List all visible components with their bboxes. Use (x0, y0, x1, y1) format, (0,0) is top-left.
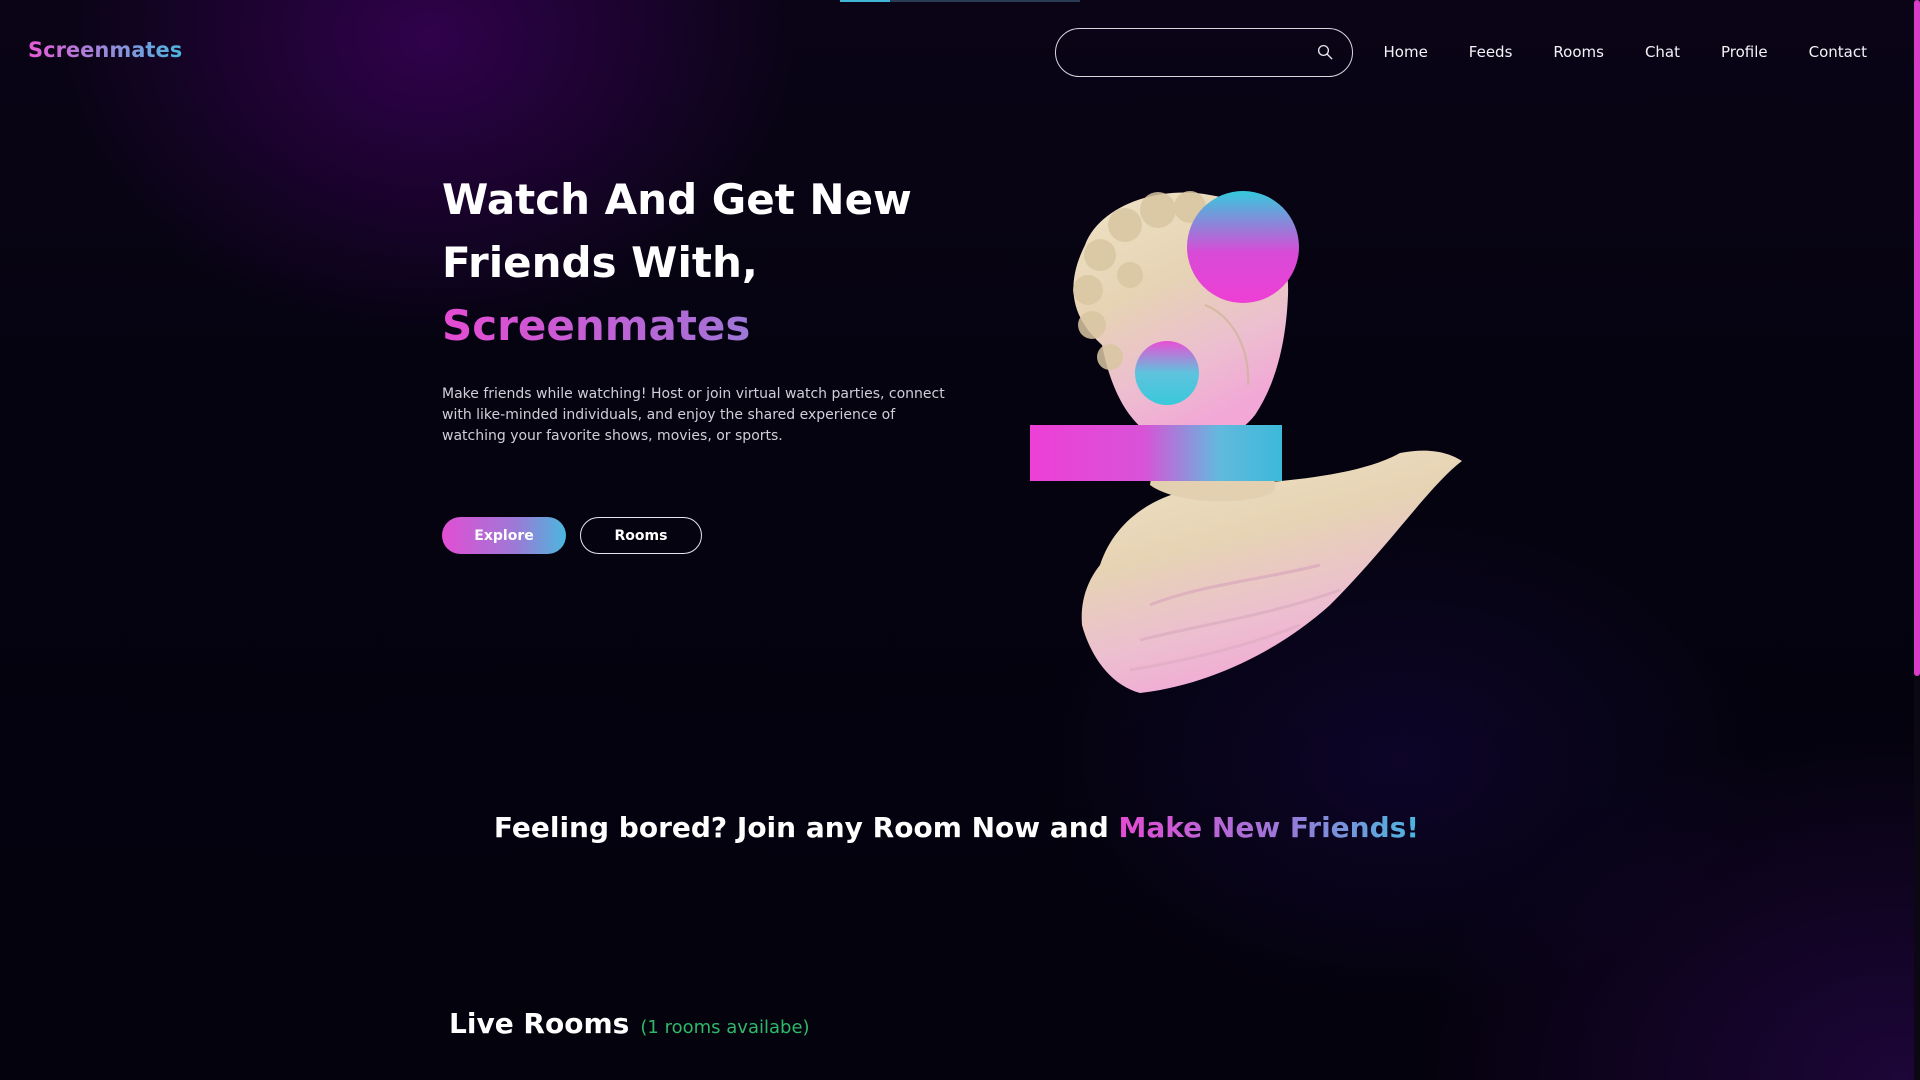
tagline: Feeling bored? Join any Room Now and Mak… (0, 811, 1913, 844)
hero-title-line-1: Watch And Get New (442, 175, 912, 224)
hero-description: Make friends while watching! Host or joi… (442, 386, 945, 444)
search-box[interactable] (1055, 28, 1353, 77)
nav-item-feeds[interactable]: Feeds (1469, 40, 1513, 64)
live-rooms-title: Live Rooms (449, 1007, 630, 1040)
search-icon[interactable] (1316, 43, 1334, 61)
page-scrollbar[interactable] (1914, 0, 1920, 1080)
statue-bust-illustration (1030, 191, 1462, 693)
nav-item-contact[interactable]: Contact (1809, 40, 1867, 64)
brand-logo[interactable]: Screenmates (28, 38, 182, 62)
live-rooms-count: (1 rooms availabe) (640, 1017, 810, 1038)
tagline-prefix: Feeling bored? Join any Room Now and (493, 811, 1119, 844)
nav-item-chat[interactable]: Chat (1645, 40, 1680, 64)
gradient-bar (1030, 425, 1282, 481)
live-rooms-header: Live Rooms (1 rooms availabe) (449, 1007, 810, 1040)
main-nav: Home Feeds Rooms Chat Profile Contact (1343, 40, 1868, 64)
nav-item-rooms[interactable]: Rooms (1553, 40, 1604, 64)
tagline-accent: Make New Friends! (1118, 811, 1420, 844)
search-input[interactable] (1074, 39, 1308, 69)
large-gradient-circle (1187, 191, 1299, 303)
nav-item-profile[interactable]: Profile (1721, 40, 1768, 64)
explore-button[interactable]: Explore (442, 517, 566, 554)
small-gradient-circle (1135, 341, 1199, 405)
nav-item-home[interactable]: Home (1384, 40, 1428, 64)
page: Screenmates Home Feeds Rooms Chat Profil… (0, 0, 1920, 1080)
top-progress-strip (840, 0, 1080, 2)
rooms-button[interactable]: Rooms (580, 517, 702, 554)
hero-title-line-2: Friends With, (442, 238, 758, 287)
hero-title-brand: Screenmates (442, 294, 982, 357)
hero-title: Watch And Get New Friends With, Screenma… (442, 168, 982, 357)
scrollbar-thumb[interactable] (1914, 0, 1920, 676)
